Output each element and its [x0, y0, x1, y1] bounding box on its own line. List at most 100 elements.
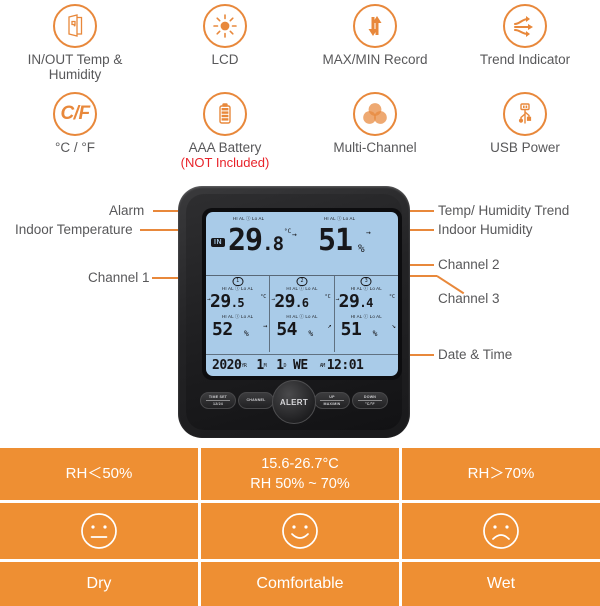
feature-label: AAA Battery — [188, 140, 262, 155]
feature-celsius-fahrenheit: C/F °C / °F — [0, 88, 150, 178]
channel-button-label: CHANNEL — [246, 398, 266, 403]
comfort-range-dry: RH＜50% — [0, 448, 198, 500]
time-meridiem: AM — [319, 362, 326, 369]
feature-aaa-battery: AAA Battery (NOT Included) — [150, 88, 300, 178]
channel-1-temp-int: 29 — [210, 291, 231, 312]
comfort-range-wet-line1: RH＞70% — [467, 465, 535, 482]
battery-icon — [203, 92, 247, 136]
channel-2-hum-trend: ↗ — [327, 322, 332, 330]
channel-1-panel: 1 HI AL ⓘ Lo AL → 29.5 °C HI AL ⓘ Lo AL … — [206, 276, 269, 352]
channel-1-hum-unit: % — [244, 329, 249, 338]
channel-3-panel: 3 HI AL ⓘ Lo AL → 29.4 °C HI AL ⓘ Lo AL … — [333, 276, 398, 352]
indoor-badge: IN — [211, 238, 225, 247]
channel-2-temp-dec: .6 — [295, 296, 309, 310]
date-month: 1 — [256, 358, 264, 373]
up-button-line1: UP — [329, 394, 335, 399]
callout-temp-humidity-trend-label: Temp/ Humidity Trend — [438, 203, 570, 218]
feature-label: MAX/MIN Record — [322, 52, 428, 67]
multi-channel-icon — [353, 92, 397, 136]
lcd-screen: HI AL ⓘ Lo AL HI AL ⓘ Lo AL IN 29.8 °C →… — [206, 212, 398, 376]
weather-station-device: HI AL ⓘ Lo AL HI AL ⓘ Lo AL IN 29.8 °C →… — [178, 186, 410, 438]
time-set-button-line1: TIME SET — [208, 394, 228, 399]
channel-1-temp-unit: °C — [260, 294, 267, 300]
comfort-face-cell-comfortable — [201, 503, 399, 559]
feature-usb-power: USB Power — [450, 88, 600, 178]
up-button-line2: MAX/MIN — [323, 401, 341, 406]
sad-face-icon — [483, 513, 519, 549]
time-set-button-line2: 12/24 — [213, 401, 223, 406]
device-inner-frame: HI AL ⓘ Lo AL HI AL ⓘ Lo AL IN 29.8 °C →… — [186, 194, 402, 430]
channel-1-number: 1 — [232, 277, 244, 286]
main-humidity-alarm-indicators: HI AL ⓘ Lo AL — [324, 216, 356, 221]
time-value: 12:01 — [326, 358, 364, 373]
alert-button-label: ALERT — [279, 397, 309, 407]
callout-indoor-humidity-label: Indoor Humidity — [438, 222, 533, 237]
feature-label: °C / °F — [54, 140, 96, 155]
neutral-face-icon — [81, 513, 117, 549]
up-down-arrows-icon — [353, 4, 397, 48]
main-temp-alarm-indicators: HI AL ⓘ Lo AL — [233, 216, 265, 221]
feature-label: IN/OUT Temp & Humidity — [27, 52, 123, 82]
celsius-fahrenheit-icon: C/F — [53, 92, 97, 136]
down-button[interactable]: DOWN °C/°F — [352, 392, 388, 409]
comfort-range-comfortable-line2: RH 50% ~ 70% — [250, 476, 350, 492]
trend-arrows-icon — [503, 4, 547, 48]
channel-button[interactable]: CHANNEL — [238, 392, 274, 409]
comfort-label-comfortable: Comfortable — [201, 562, 399, 606]
time-set-button[interactable]: TIME SET 12/24 — [200, 392, 236, 409]
lcd-bezel: HI AL ⓘ Lo AL HI AL ⓘ Lo AL IN 29.8 °C →… — [202, 208, 402, 380]
channel-3-temp-dec: .4 — [359, 296, 373, 310]
channel-2-temp-unit: °C — [324, 294, 331, 300]
comfort-face-cell-wet — [402, 503, 600, 559]
channel-1-humidity: 52 — [212, 319, 233, 340]
indoor-temperature-integer: 29 — [228, 223, 263, 258]
channel-3-hum-unit: % — [372, 329, 378, 338]
channel-2-humidity: 54 — [276, 319, 298, 340]
date-day-unit: D — [283, 362, 287, 369]
channel-2-hum-unit: % — [308, 329, 314, 338]
channel-2-panel: 2 HI AL ⓘ Lo AL → 29.6 °C HI AL ⓘ Lo AL … — [269, 276, 333, 352]
date-year-unit: YR — [241, 362, 247, 369]
cf-glyph: C/F — [60, 103, 90, 124]
usb-icon — [503, 92, 547, 136]
channel-1-hum-trend: → — [263, 322, 268, 330]
callout-channel-1-label: Channel 1 — [88, 270, 150, 285]
door-icon — [53, 4, 97, 48]
comfort-level-table: RH＜50% 15.6-26.7°C RH 50% ~ 70% RH＞70% D… — [0, 448, 600, 606]
channel-1-temp-dec: .5 — [230, 296, 245, 310]
feature-label: LCD — [211, 52, 239, 67]
indoor-humidity-unit: % — [358, 242, 365, 255]
callout-channel-3-label: Channel 3 — [438, 291, 500, 306]
channel-3-temp-int: 29 — [338, 291, 360, 312]
feature-in-out-temp-humidity: IN/OUT Temp & Humidity — [0, 0, 150, 88]
feature-lcd: LCD — [150, 0, 300, 88]
up-button[interactable]: UP MAX/MIN — [314, 392, 350, 409]
callout-indoor-temperature-label: Indoor Temperature — [15, 222, 133, 237]
feature-label: Trend Indicator — [479, 52, 571, 67]
date-day: 1 — [276, 358, 284, 373]
channel-3-temperature: 29.4 — [338, 291, 374, 312]
channel-1-temperature: 29.5 — [210, 291, 245, 312]
channel-2-temp-int: 29 — [274, 291, 296, 312]
down-button-line1: DOWN — [363, 394, 377, 399]
indoor-temperature-decimal: .8 — [262, 233, 284, 255]
date-time-bar: 2020 YR 1M 1D WE AM 12:01 — [206, 354, 398, 376]
channel-3-humidity: 51 — [340, 319, 362, 340]
smile-face-icon — [282, 513, 318, 549]
date-year: 2020 — [212, 358, 242, 373]
feature-grid: IN/OUT Temp & Humidity LCD MAX/MIN Recor… — [0, 0, 600, 178]
indoor-temperature-unit: °C — [284, 228, 292, 235]
feature-note: (NOT Included) — [180, 155, 270, 170]
feature-label: Multi-Channel — [333, 140, 417, 155]
comfort-range-comfortable-line1: 15.6-26.7°C — [261, 456, 339, 472]
lcd-main-row: HI AL ⓘ Lo AL HI AL ⓘ Lo AL IN 29.8 °C →… — [206, 212, 398, 274]
channel-2-temperature: 29.6 — [274, 291, 309, 312]
channel-3-temp-unit: °C — [388, 294, 395, 300]
device-diagram: Alarm Indoor Temperature Channel 1 Temp/… — [0, 178, 600, 446]
callout-date-time-label: Date & Time — [438, 347, 513, 362]
date-month-unit: M — [263, 362, 267, 369]
sun-icon — [203, 4, 247, 48]
alert-button[interactable]: ALERT — [272, 380, 316, 424]
indoor-humidity-trend-arrow: → — [366, 228, 371, 237]
feature-max-min-record: MAX/MIN Record — [300, 0, 450, 88]
